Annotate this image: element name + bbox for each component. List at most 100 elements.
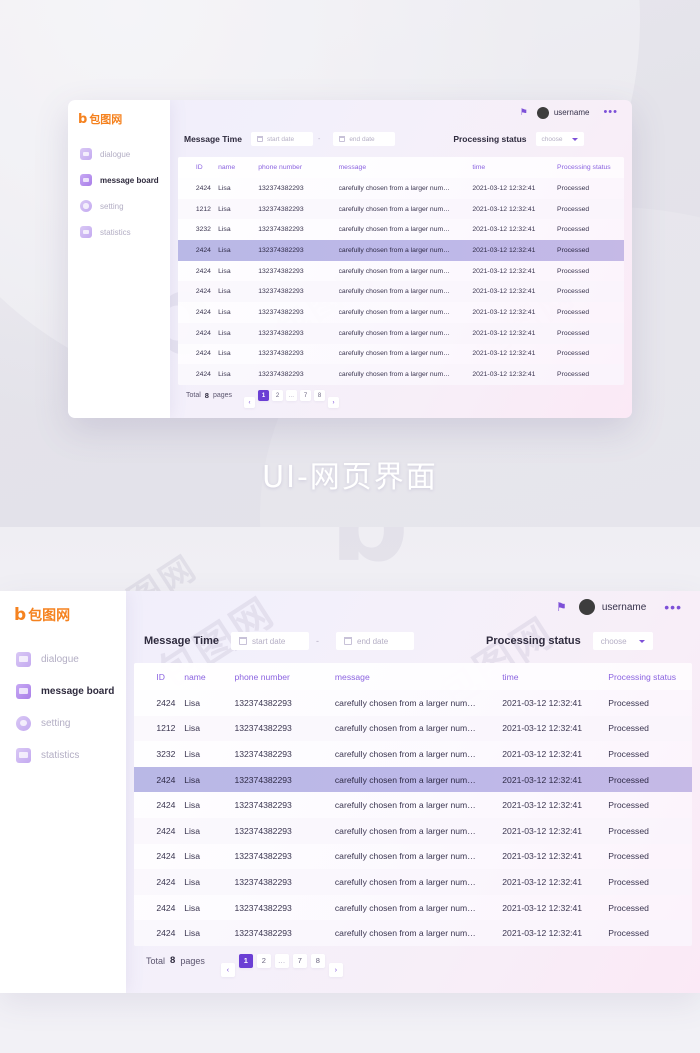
- avatar[interactable]: [536, 106, 549, 119]
- table-row[interactable]: 2424 Lisa 132374382293 carefully chosen fro…: [134, 895, 692, 921]
- end-date-input[interactable]: end date: [333, 132, 396, 146]
- pagination-page-button[interactable]: 8: [310, 953, 325, 968]
- column-header-name[interactable]: name: [218, 164, 258, 171]
- table-row[interactable]: 2424 Lisa 132374382293 carefully chosen fro…: [134, 844, 692, 870]
- table-cell-phone: 132374382293: [258, 226, 304, 234]
- pagination-prev-button[interactable]: ‹: [244, 397, 256, 409]
- start-date-input[interactable]: start date: [250, 132, 313, 146]
- column-header-phone[interactable]: phone number: [234, 672, 334, 682]
- start-date-placeholder: start date: [266, 135, 295, 143]
- pagination-page-button[interactable]: 7: [300, 390, 312, 402]
- table-row[interactable]: 2424 Lisa 132374382293 carefully chosen fro…: [134, 690, 692, 716]
- table-cell-phone: 132374382293: [258, 371, 304, 379]
- table-cell-message: carefully chosen from a larger num…: [338, 246, 450, 254]
- column-header-phone[interactable]: phone number: [258, 164, 338, 171]
- table-cell-name: Lisa: [184, 851, 200, 862]
- pagination-page-button[interactable]: 1: [258, 390, 270, 402]
- table-cell-phone: 132374382293: [234, 748, 292, 759]
- table-row[interactable]: 2424 Lisa 132374382293 carefully chosen fro…: [134, 792, 692, 818]
- table-row[interactable]: 1212 Lisa 132374382293 carefully chosen fro…: [178, 198, 624, 220]
- column-header-message[interactable]: message: [335, 672, 502, 682]
- sidebar-item-setting[interactable]: setting: [68, 193, 170, 219]
- table-cell-id: 2424: [156, 697, 176, 708]
- table-row[interactable]: 2424 Lisa 132374382293 carefully chosen fro…: [178, 322, 624, 344]
- column-header-name[interactable]: name: [184, 672, 234, 682]
- table-row[interactable]: 2424 Lisa 132374382293 carefully chosen fro…: [134, 920, 692, 946]
- table-cell-phone: 132374382293: [234, 851, 292, 862]
- table-cell-name: Lisa: [218, 246, 231, 254]
- table-row[interactable]: 2424 Lisa 132374382293 carefully chosen fro…: [178, 261, 624, 282]
- table-cell-message: carefully chosen from a larger num…: [338, 267, 450, 275]
- sidebar-item-dialogue[interactable]: dialogue: [0, 643, 126, 675]
- more-options-icon[interactable]: •••: [664, 600, 682, 614]
- table-cell-message: carefully chosen from a larger num…: [334, 723, 476, 734]
- column-header-time[interactable]: time: [502, 672, 608, 682]
- table-row[interactable]: 3232 Lisa 132374382293 carefully chosen fro…: [134, 741, 692, 767]
- pagination-total-value: 8: [204, 391, 209, 401]
- table-cell-id: 2424: [156, 851, 176, 862]
- column-header-status[interactable]: Processing status: [557, 164, 624, 171]
- pagination-page-button[interactable]: 7: [292, 953, 307, 968]
- table-row[interactable]: 2424 Lisa 132374382293 carefully chosen fro…: [178, 281, 624, 303]
- more-options-icon[interactable]: •••: [603, 107, 618, 118]
- sidebar-item-statistics[interactable]: statistics: [0, 739, 126, 771]
- column-header-message[interactable]: message: [339, 164, 473, 171]
- pagination-next-button[interactable]: ›: [328, 962, 343, 977]
- table-cell-phone: 132374382293: [258, 288, 304, 296]
- table-cell-status: Processed: [608, 800, 649, 811]
- table-cell-name: Lisa: [184, 825, 200, 836]
- table-row[interactable]: 2424 Lisa 132374382293 carefully chosen fro…: [178, 302, 624, 323]
- column-header-status[interactable]: Processing status: [608, 672, 692, 682]
- brand-logo[interactable]: b 包图网: [14, 605, 126, 625]
- table-row[interactable]: 2424 Lisa 132374382293 carefully chosen fro…: [178, 344, 624, 365]
- table-cell-id: 3232: [156, 748, 176, 759]
- pagination-page-button[interactable]: 2: [272, 390, 284, 402]
- sidebar-item-message-board[interactable]: message board: [0, 675, 126, 707]
- sidebar-item-statistics[interactable]: statistics: [68, 219, 170, 245]
- notification-bell-icon[interactable]: ⚑: [556, 601, 567, 613]
- table-cell-status: Processed: [608, 748, 649, 759]
- table-cell-name: Lisa: [184, 800, 200, 811]
- table-cell-time: 2021-03-12 12:32:41: [502, 825, 583, 836]
- column-header-id[interactable]: ID: [178, 164, 218, 171]
- calendar-icon: [239, 637, 248, 645]
- table-row[interactable]: 2424 Lisa 132374382293 carefully chosen fro…: [178, 364, 624, 385]
- table-cell-phone: 132374382293: [258, 246, 304, 254]
- table-row[interactable]: 2424 Lisa 132374382293 carefully chosen fro…: [134, 766, 692, 793]
- table-cell-name: Lisa: [218, 350, 231, 358]
- table-cell-phone: 132374382293: [234, 876, 292, 887]
- table-row[interactable]: 2424 Lisa 132374382293 carefully chosen fro…: [134, 817, 692, 844]
- table-cell-id: 2424: [156, 800, 176, 811]
- notification-bell-icon[interactable]: ⚑: [520, 108, 528, 117]
- processing-status-label: Processing status: [453, 134, 527, 144]
- pagination-page-button[interactable]: 8: [314, 390, 326, 402]
- sidebar-item-dialogue[interactable]: dialogue: [68, 141, 170, 167]
- sidebar-item-setting[interactable]: setting: [0, 707, 126, 739]
- table-row[interactable]: 2424 Lisa 132374382293 carefully chosen fro…: [178, 240, 624, 261]
- sidebar-item-message-board[interactable]: message board: [68, 167, 170, 193]
- column-header-id[interactable]: ID: [134, 672, 184, 682]
- table-cell-status: Processed: [608, 928, 649, 939]
- table-cell-time: 2021-03-12 12:32:41: [502, 723, 583, 734]
- start-date-input[interactable]: start date: [231, 632, 310, 650]
- top-bar: ⚑ username •••: [170, 100, 632, 125]
- full-view-section: 包图网 b b 包图网 包图网 b 包图网 dialogue message b…: [0, 527, 700, 1053]
- pagination-page-button[interactable]: 1: [238, 953, 253, 968]
- processing-status-select[interactable]: choose: [535, 132, 584, 146]
- pagination-next-button[interactable]: ›: [328, 397, 340, 409]
- table-row[interactable]: 2424 Lisa 132374382293 carefully chosen fro…: [178, 178, 624, 199]
- end-date-input[interactable]: end date: [336, 632, 415, 650]
- brand-logo[interactable]: b 包图网: [78, 111, 170, 127]
- table-cell-phone: 132374382293: [258, 308, 304, 316]
- table-cell-time: 2021-03-12 12:32:41: [502, 928, 583, 939]
- avatar[interactable]: [578, 599, 595, 615]
- message-board-icon: [80, 174, 92, 186]
- table-cell-message: carefully chosen from a larger num…: [334, 825, 476, 836]
- table-row[interactable]: 2424 Lisa 132374382293 carefully chosen fro…: [134, 869, 692, 895]
- table-row[interactable]: 1212 Lisa 132374382293 carefully chosen fro…: [134, 715, 692, 742]
- pagination-prev-button[interactable]: ‹: [220, 962, 235, 977]
- pagination-page-button[interactable]: 2: [256, 953, 271, 968]
- processing-status-select[interactable]: choose: [592, 632, 653, 650]
- table-row[interactable]: 3232 Lisa 132374382293 carefully chosen fro…: [178, 219, 624, 240]
- column-header-time[interactable]: time: [472, 164, 557, 171]
